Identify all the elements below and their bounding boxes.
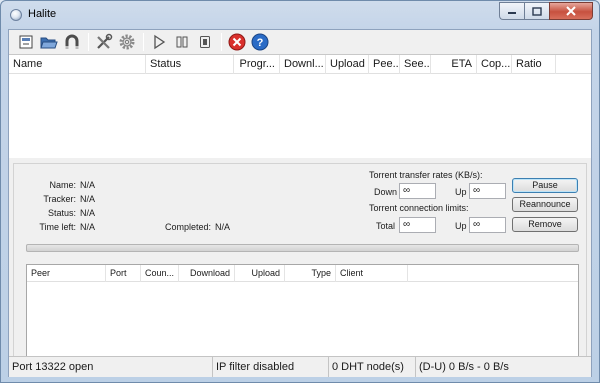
minimize-icon [508, 12, 516, 14]
transfer-rates-heading: Torrent transfer rates (KB/s): [369, 170, 483, 180]
column-header-copies[interactable]: Cop... [477, 55, 512, 74]
up-connections-label: Up [455, 221, 467, 231]
open-torrent-button[interactable] [15, 31, 37, 53]
tracker-label: Tracker: [43, 194, 76, 204]
connection-limits-heading: Torrent connection limits: [369, 203, 469, 213]
magnet-link-button[interactable] [61, 31, 83, 53]
torrent-list-header: Name Status Progr... Downl... Upload Pee… [9, 55, 591, 74]
stop-button[interactable] [194, 31, 216, 53]
maximize-icon [532, 6, 542, 16]
status-value: N/A [80, 208, 96, 218]
client-area: ? Name Status Progr... Downl... Upload P… [8, 29, 592, 377]
stop-icon [200, 36, 210, 48]
column-header-ratio[interactable]: Ratio [512, 55, 556, 74]
dht-status: 0 DHT node(s) [329, 357, 416, 377]
close-icon [566, 6, 576, 16]
toolbar-separator [143, 33, 144, 51]
status-bar: Port 13322 open IP filter disabled 0 DHT… [9, 356, 591, 377]
tracker-value: N/A [80, 194, 96, 204]
column-header-peer-upload[interactable]: Upload [235, 265, 285, 282]
open-folder-button[interactable] [38, 31, 60, 53]
toolbar-separator [88, 33, 89, 51]
total-connections-input[interactable]: ∞ [399, 217, 436, 233]
column-header-port[interactable]: Port [106, 265, 141, 282]
column-header-seeds[interactable]: See... [400, 55, 431, 74]
torrent-list[interactable]: Name Status Progr... Downl... Upload Pee… [9, 54, 591, 158]
down-rate-input[interactable]: ∞ [399, 183, 436, 199]
resume-button[interactable] [148, 31, 170, 53]
minimize-button[interactable] [499, 2, 524, 20]
help-button[interactable]: ? [249, 31, 271, 53]
column-header-download[interactable]: Downl... [280, 55, 326, 74]
column-header-name[interactable]: Name [9, 55, 146, 74]
column-header-peer[interactable]: Peer [27, 265, 106, 282]
column-header-eta[interactable]: ETA [431, 55, 477, 74]
up-rate-label: Up [455, 187, 467, 197]
open-torrent-file-icon [19, 35, 33, 49]
maximize-button[interactable] [524, 2, 549, 20]
gear-icon [119, 34, 135, 50]
column-header-peer-download[interactable]: Download [179, 265, 235, 282]
column-header-progress[interactable]: Progr... [234, 55, 280, 74]
ip-filter-status: IP filter disabled [213, 357, 329, 377]
folder-open-icon [40, 37, 58, 49]
toolbar: ? [9, 30, 591, 54]
torrent-progress-bar [26, 244, 579, 252]
settings-button[interactable] [93, 31, 115, 53]
name-value: N/A [80, 180, 96, 190]
pause-button[interactable]: Pause [512, 178, 578, 193]
time-left-label: Time left: [39, 222, 76, 232]
tools-icon [97, 33, 113, 49]
svg-text:?: ? [257, 37, 264, 49]
remove-red-icon [228, 33, 246, 51]
peer-list-header: Peer Port Coun... Download Upload Type C… [27, 265, 578, 282]
column-header-status[interactable]: Status [146, 55, 234, 74]
name-label: Name: [49, 180, 76, 190]
time-left-value: N/A [80, 222, 96, 232]
pause-icon [176, 36, 188, 48]
up-connections-input[interactable]: ∞ [469, 217, 506, 233]
status-label: Status: [47, 208, 76, 218]
reannounce-button[interactable]: Reannounce [512, 197, 578, 212]
column-header-peers[interactable]: Pee... [369, 55, 400, 74]
completed-value: N/A [215, 222, 231, 232]
port-status: Port 13322 open [9, 357, 213, 377]
play-icon [154, 34, 166, 50]
remove-torrent-button[interactable]: Remove [512, 217, 578, 232]
preferences-button[interactable] [116, 31, 138, 53]
up-rate-input[interactable]: ∞ [469, 183, 506, 199]
toolbar-separator [221, 33, 222, 51]
total-connections-label: Total [376, 221, 396, 231]
down-rate-label: Down [374, 187, 398, 197]
peer-list[interactable]: Peer Port Coun... Download Upload Type C… [26, 264, 579, 368]
column-header-client[interactable]: Client [336, 265, 408, 282]
halite-app-icon [10, 9, 22, 21]
remove-button[interactable] [226, 31, 248, 53]
completed-label: Completed: [164, 222, 211, 232]
torrent-details-panel: Name: N/A Tracker: N/A Status: N/A Time … [13, 163, 587, 371]
magnet-icon [65, 34, 79, 49]
help-icon: ? [251, 33, 269, 51]
title-bar[interactable]: Halite [1, 1, 599, 29]
column-header-type[interactable]: Type [285, 265, 336, 282]
main-window: Halite ? Name Status Progr... Downl... U… [0, 0, 600, 383]
close-button[interactable] [549, 2, 593, 20]
transfer-rate-status: (D-U) 0 B/s - 0 B/s [419, 361, 509, 373]
window-title: Halite [28, 8, 57, 20]
pause-all-button[interactable] [171, 31, 193, 53]
column-header-upload[interactable]: Upload [326, 55, 369, 74]
column-header-country[interactable]: Coun... [141, 265, 179, 282]
